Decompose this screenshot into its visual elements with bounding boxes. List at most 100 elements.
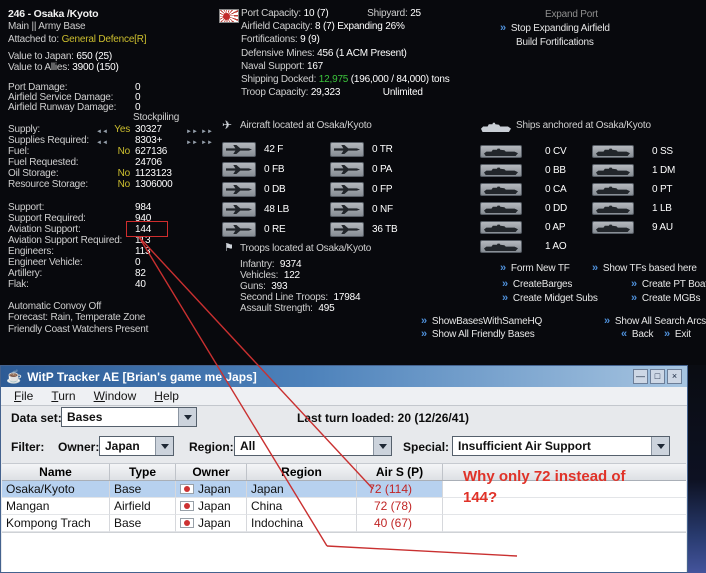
owner-select[interactable]: Japan xyxy=(99,436,174,456)
show-bases-with-same-hq-button[interactable]: » ShowBasesWithSameHQ xyxy=(421,315,542,327)
destroyer-ships-button[interactable] xyxy=(480,202,522,215)
required-increase-button[interactable]: ►► xyxy=(186,137,198,149)
action-label: Form New TF xyxy=(510,262,570,274)
tracker-titlebar[interactable]: ☕ WitP Tracker AE [Brian's game me Japs]… xyxy=(1,366,687,387)
action-label: CreateBarges xyxy=(512,278,573,290)
aircraft-count: 36 TB xyxy=(372,224,398,235)
ship-count: 9 AU xyxy=(652,222,673,233)
action-label: Create PT Boats xyxy=(641,278,706,290)
submarine-ships-button[interactable] xyxy=(592,145,634,158)
aircraft-count: 0 DB xyxy=(264,184,286,195)
cruiser-ships-button[interactable] xyxy=(480,183,522,196)
back-button[interactable]: « Back xyxy=(621,328,654,340)
value: 8 (7) xyxy=(315,21,335,32)
required-increase-more-button[interactable]: ►► xyxy=(201,137,213,149)
value: 456 (1 ACM Present) xyxy=(317,48,407,59)
cell-air-support: 72 (114) xyxy=(357,481,443,498)
column-header-air-support[interactable]: Air S (P) xyxy=(357,464,443,480)
menu-file[interactable]: File xyxy=(5,389,42,403)
barge-ships-button[interactable] xyxy=(592,202,634,215)
hq-link[interactable]: General Defence[R] xyxy=(62,34,147,45)
expand-port-button[interactable]: Expand Port xyxy=(545,8,598,20)
selected-value: All xyxy=(240,439,256,453)
carrier-ships-button[interactable] xyxy=(480,145,522,158)
dive-bomber-button[interactable] xyxy=(222,182,256,197)
create-pt-boats-button[interactable]: » Create PT Boats xyxy=(631,278,706,290)
oiler-ships-button[interactable] xyxy=(480,240,522,253)
close-button[interactable]: × xyxy=(667,369,682,384)
column-header-type[interactable]: Type xyxy=(110,464,176,480)
show-all-search-arcs-button[interactable]: » Show All Search Arcs xyxy=(604,315,706,327)
ship-count: 0 AP xyxy=(545,222,566,233)
chevron-down-icon xyxy=(178,408,196,426)
airfield-runway-damage: Airfield Runway Damage: 0 xyxy=(8,102,141,114)
show-all-friendly-bases-button[interactable]: » Show All Friendly Bases xyxy=(421,328,535,340)
double-arrow-icon: » xyxy=(604,315,610,327)
patrol-aircraft-button[interactable] xyxy=(330,162,364,177)
auxiliary-ships-button[interactable] xyxy=(592,221,634,234)
shipyard-label: Shipyard: xyxy=(367,8,408,19)
label: Second Line Troops: xyxy=(240,292,328,303)
recon-aircraft-button[interactable] xyxy=(222,222,256,237)
fighter-bomber-button[interactable] xyxy=(222,162,256,177)
battleship-ships-button[interactable] xyxy=(480,164,522,177)
menu-turn[interactable]: Turn xyxy=(42,389,84,403)
transport-aircraft-button[interactable] xyxy=(330,142,364,157)
port-capacity-line: Port Capacity: 10 (7) Shipyard: 25 xyxy=(241,8,421,20)
create-mgbs-button[interactable]: » Create MGBs xyxy=(631,292,700,304)
ship-count: 0 PT xyxy=(652,184,673,195)
fortifications-line: Fortifications: 9 (9) xyxy=(241,34,320,46)
region-select[interactable]: All xyxy=(234,436,392,456)
cell-name: Osaka/Kyoto xyxy=(2,481,110,498)
float-plane-button[interactable] xyxy=(330,182,364,197)
value: 10 (7) xyxy=(303,8,329,19)
torpedo-bomber-button[interactable] xyxy=(330,222,364,237)
docked-tons: 12,975 xyxy=(318,74,349,85)
column-header-region[interactable]: Region xyxy=(247,464,357,480)
create-barges-button[interactable]: » CreateBarges xyxy=(502,278,572,290)
night-fighter-button[interactable] xyxy=(330,202,364,217)
column-header-name[interactable]: Name xyxy=(2,464,110,480)
column-header-owner[interactable]: Owner xyxy=(176,464,247,480)
menu-help[interactable]: Help xyxy=(145,389,188,403)
build-fortifications-button[interactable]: Build Fortifications xyxy=(516,36,594,48)
label: Shipping Docked: xyxy=(241,74,317,85)
flak-row: Flak: 40 xyxy=(8,279,146,291)
fighter-aircraft-button[interactable] xyxy=(222,142,256,157)
double-arrow-icon: » xyxy=(500,22,506,34)
ship-count: 0 DD xyxy=(545,203,567,214)
cell-type: Base xyxy=(110,515,176,532)
maximize-button[interactable]: □ xyxy=(650,369,665,384)
pt-boat-ships-button[interactable] xyxy=(592,183,634,196)
dataset-select[interactable]: Bases xyxy=(61,407,197,427)
create-midget-subs-button[interactable]: » Create Midget Subs xyxy=(502,292,598,304)
table-row[interactable]: Kompong Trach Base Japan Indochina 40 (6… xyxy=(2,515,686,532)
special-select[interactable]: Insufficient Air Support xyxy=(452,436,670,456)
level-bomber-button[interactable] xyxy=(222,202,256,217)
stockpile-flag: No xyxy=(117,179,131,190)
base-title: 246 - Osaka /Kyoto xyxy=(8,8,99,20)
label: Assault Strength: xyxy=(240,303,313,314)
cell-region: China xyxy=(247,498,357,515)
ship-count: 0 CA xyxy=(545,184,567,195)
double-arrow-icon: » xyxy=(631,278,637,290)
transport-ships-button[interactable] xyxy=(480,221,522,234)
selected-value: Bases xyxy=(67,410,103,424)
show-tfs-based-here-button[interactable]: » Show TFs based here xyxy=(592,262,697,274)
cell-air-support: 40 (67) xyxy=(357,515,443,532)
label: Attached to: xyxy=(8,34,59,45)
ship-count: 0 SS xyxy=(652,146,673,157)
base-type: Main || Army Base xyxy=(8,21,86,32)
label: Fuel: xyxy=(8,146,30,157)
dataset-label: Data set: xyxy=(11,411,62,425)
menu-window[interactable]: Window xyxy=(85,389,146,403)
form-new-tf-button[interactable]: » Form New TF xyxy=(500,262,570,274)
minelayer-ships-button[interactable] xyxy=(592,164,634,177)
stop-expanding-airfield-button[interactable]: » Stop Expanding Airfield xyxy=(500,22,610,34)
cell-name: Kompong Trach xyxy=(2,515,110,532)
owner-name: Japan xyxy=(198,516,231,530)
exit-button[interactable]: » Exit xyxy=(664,328,691,340)
minimize-button[interactable]: — xyxy=(633,369,648,384)
filter-label: Filter: xyxy=(11,440,45,454)
chevron-down-icon xyxy=(373,437,391,455)
